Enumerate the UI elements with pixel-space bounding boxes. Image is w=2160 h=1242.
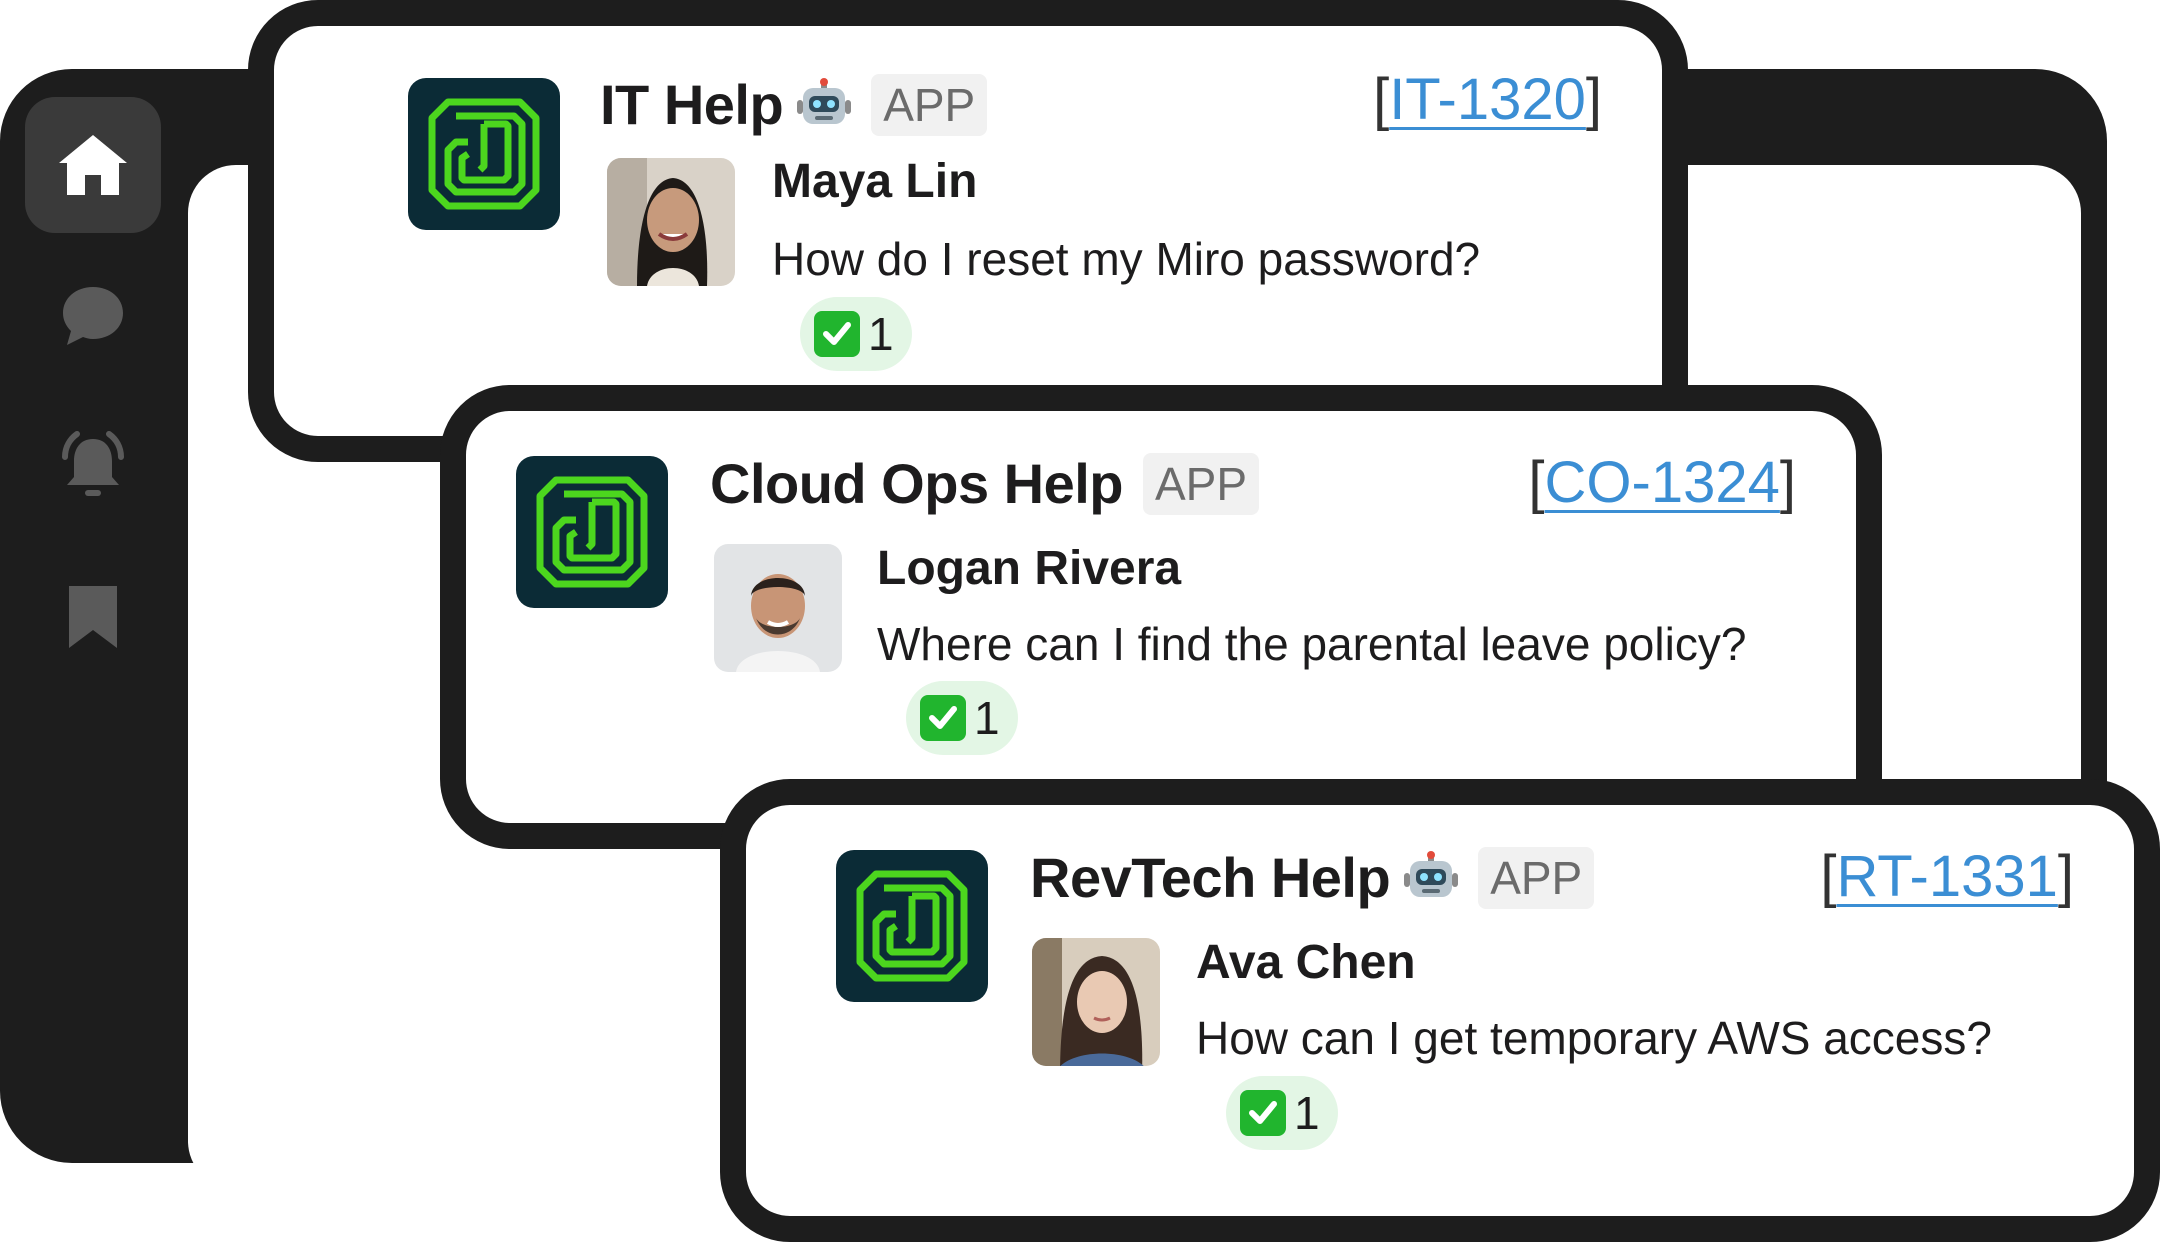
reaction-pill[interactable]: 1 (906, 681, 1018, 755)
app-name[interactable]: RevTech Help (1030, 845, 1391, 910)
chat-bubble-icon (63, 287, 123, 345)
app-logo (516, 456, 668, 608)
checkmark-icon (920, 695, 966, 741)
ticket-bracket-open: [ (1820, 844, 1837, 909)
app-badge: APP (871, 73, 988, 136)
robot-icon (797, 77, 852, 124)
home-icon (59, 135, 127, 195)
ticket-bracket-close: ] (1585, 67, 1602, 132)
ticket-reference: [RT-1331] (1820, 843, 2074, 910)
reaction-pill[interactable]: 1 (1226, 1076, 1338, 1150)
checkmark-icon (814, 311, 860, 357)
bell-icon (62, 431, 124, 496)
home-button[interactable] (25, 97, 161, 233)
checkmark-icon (1240, 1090, 1286, 1136)
app-name[interactable]: IT Help (600, 72, 784, 137)
message-text: Where can I find the parental leave poli… (877, 618, 1747, 670)
reaction-count: 1 (1294, 1087, 1320, 1139)
avatar[interactable] (714, 544, 842, 672)
message-text: How do I reset my Miro password? (772, 233, 1481, 285)
user-name[interactable]: Maya Lin (772, 154, 977, 209)
avatar-photo (1032, 938, 1160, 1066)
message-text: How can I get temporary AWS access? (1196, 1012, 1992, 1064)
reaction-count: 1 (974, 692, 1000, 744)
saved-button[interactable] (25, 549, 161, 685)
app-logo (836, 850, 988, 1002)
dms-button[interactable] (25, 249, 161, 385)
app-logo-icon (856, 870, 968, 982)
app-badge: APP (1478, 846, 1595, 909)
ticket-link[interactable]: CO-1324 (1545, 450, 1780, 515)
app-badge: APP (1143, 452, 1260, 515)
ticket-bracket-close: ] (1779, 450, 1796, 515)
ticket-link[interactable]: RT-1331 (1836, 844, 2057, 909)
bookmark-icon (69, 586, 117, 648)
app-logo-icon (536, 476, 648, 588)
avatar[interactable] (1032, 938, 1160, 1066)
title-row: Cloud Ops Help APP (710, 451, 1260, 516)
user-name[interactable]: Ava Chen (1196, 935, 1416, 990)
reaction-pill[interactable]: 1 (800, 297, 912, 371)
message-card-revtech-help: RevTech Help APP [RT-1331] Ava Chen How … (720, 779, 2160, 1242)
ticket-reference: [CO-1324] (1528, 449, 1796, 516)
title-row: IT Help APP (600, 72, 988, 137)
ticket-reference: [IT-1320] (1373, 66, 1602, 133)
reaction-count: 1 (868, 308, 894, 360)
avatar-photo (607, 158, 735, 286)
ticket-link[interactable]: IT-1320 (1389, 67, 1586, 132)
app-logo-icon (428, 98, 540, 210)
activity-button[interactable] (25, 399, 161, 535)
title-row: RevTech Help APP (1030, 845, 1595, 910)
user-name[interactable]: Logan Rivera (877, 541, 1181, 596)
app-logo (408, 78, 560, 230)
ticket-bracket-close: ] (2057, 844, 2074, 909)
ticket-bracket-open: [ (1373, 67, 1390, 132)
avatar-photo (714, 544, 842, 672)
avatar[interactable] (607, 158, 735, 286)
robot-icon (1404, 850, 1459, 897)
ticket-bracket-open: [ (1528, 450, 1545, 515)
app-name[interactable]: Cloud Ops Help (710, 451, 1124, 516)
